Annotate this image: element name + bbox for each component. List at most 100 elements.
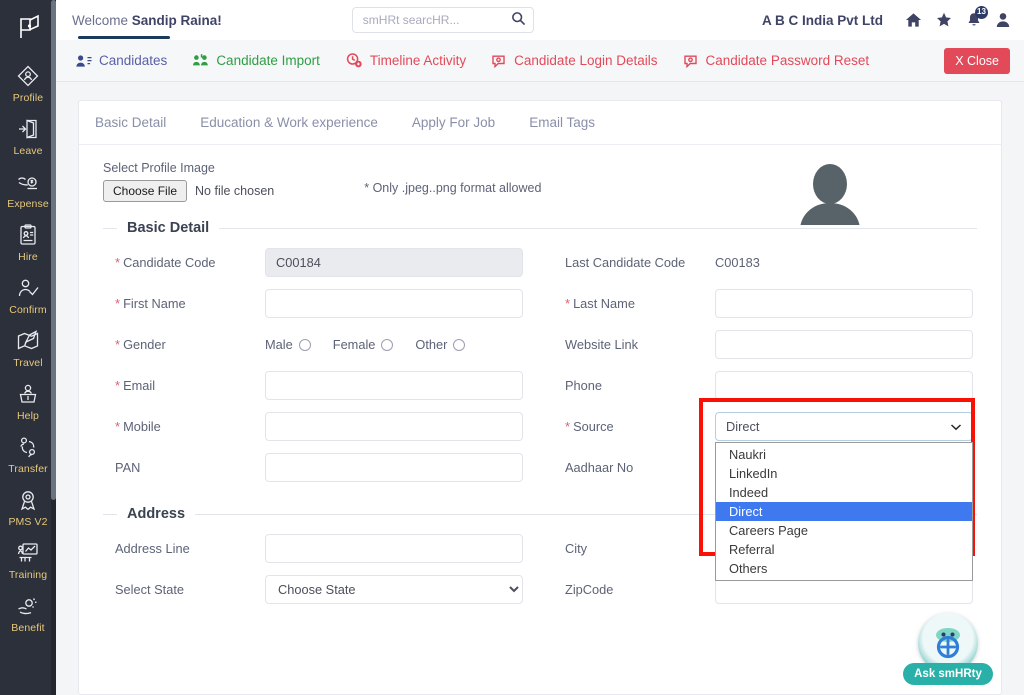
password-chat-icon [684, 54, 699, 68]
website-link-input[interactable] [715, 330, 973, 359]
login-chat-icon [492, 54, 507, 68]
user-menu-button[interactable] [996, 12, 1010, 28]
home-button[interactable] [905, 12, 922, 28]
nav-candidate-login-details-label: Candidate Login Details [514, 53, 657, 68]
source-option-indeed[interactable]: Indeed [716, 483, 972, 502]
tab-apply-for-job[interactable]: Apply For Job [412, 115, 495, 130]
gender-option-other[interactable]: Other [415, 337, 465, 352]
search-input[interactable] [352, 7, 534, 33]
phone-input[interactable] [715, 371, 973, 400]
required-marker: * [115, 337, 120, 352]
search-icon [511, 11, 526, 26]
form-body: Select Profile Image Choose File No file… [79, 145, 1001, 694]
required-marker: * [115, 378, 120, 393]
required-marker: * [115, 419, 120, 434]
source-option-others[interactable]: Others [716, 559, 972, 578]
radio-circle-icon[interactable] [381, 339, 393, 351]
state-select[interactable]: Choose State [265, 575, 523, 604]
nav-candidates[interactable]: Candidates [76, 53, 167, 68]
sidebar-item-transfer[interactable]: Transfer [0, 427, 56, 480]
global-search [352, 7, 534, 33]
app-logo[interactable] [0, 0, 56, 56]
sidebar-item-pms-v2[interactable]: PMS V2 [0, 480, 56, 533]
label-address-line: Address Line [115, 541, 265, 556]
address-legend: Address [117, 506, 195, 522]
label-website-link: Website Link [565, 337, 715, 352]
sidebar-item-hire[interactable]: Hire [0, 215, 56, 268]
pan-input[interactable] [265, 453, 523, 482]
sidebar-item-expense[interactable]: Expense [0, 162, 56, 215]
candidate-code-input[interactable] [265, 248, 523, 277]
chevron-down-icon [950, 419, 962, 434]
chatbot-widget[interactable]: Ask smHRty [902, 613, 994, 685]
nav-candidate-login-details[interactable]: Candidate Login Details [492, 53, 657, 68]
sidebar-item-training[interactable]: Training [0, 533, 56, 586]
presentation-board-icon [13, 538, 43, 568]
star-icon [936, 12, 952, 28]
sidebar: Profile Leave [0, 0, 56, 695]
sidebar-label-transfer: Transfer [8, 463, 48, 476]
nav-candidate-password-reset[interactable]: Candidate Password Reset [684, 53, 870, 68]
sidebar-item-benefit[interactable]: Benefit [0, 586, 56, 639]
label-pan: PAN [115, 460, 265, 475]
choose-file-button[interactable]: Choose File [103, 180, 187, 202]
exit-door-icon [13, 114, 43, 144]
sidebar-item-profile[interactable]: Profile [0, 56, 56, 109]
company-name: A B C India Pvt Ltd [762, 13, 883, 28]
sidebar-item-leave[interactable]: Leave [0, 109, 56, 162]
search-button[interactable] [510, 11, 528, 29]
field-first-name: * First Name [115, 283, 523, 324]
label-phone: Phone [565, 378, 715, 393]
map-plane-icon [13, 326, 43, 356]
source-option-linkedin[interactable]: LinkedIn [716, 464, 972, 483]
nav-timeline-activity[interactable]: Timeline Activity [346, 53, 466, 68]
gender-radio-group: Male Female Other [265, 337, 465, 352]
radio-circle-icon[interactable] [299, 339, 311, 351]
source-option-naukri[interactable]: Naukri [716, 445, 972, 464]
nav-candidate-import[interactable]: Candidate Import [193, 53, 320, 68]
sidebar-item-travel[interactable]: Travel [0, 321, 56, 374]
gender-option-male[interactable]: Male [265, 337, 311, 352]
welcome-username: Sandip Raina! [132, 13, 222, 28]
basic-detail-legend: Basic Detail [117, 220, 219, 236]
sidebar-item-confirm[interactable]: Confirm [0, 268, 56, 321]
two-people-transfer-icon [13, 432, 43, 462]
radio-circle-icon[interactable] [453, 339, 465, 351]
field-address-line: Address Line [115, 528, 523, 569]
source-options-list: Naukri LinkedIn Indeed Direct Careers Pa… [715, 442, 973, 581]
field-source: * Source Direct [565, 406, 973, 447]
tab-education-work-experience[interactable]: Education & Work experience [200, 115, 378, 130]
notifications-button[interactable]: 13 [966, 12, 982, 29]
label-candidate-code: * Candidate Code [115, 255, 265, 270]
welcome-prefix: Welcome [72, 13, 132, 28]
favorites-button[interactable] [936, 12, 952, 28]
address-line-input[interactable] [265, 534, 523, 563]
source-option-careers-page[interactable]: Careers Page [716, 521, 972, 540]
close-button[interactable]: X Close [944, 48, 1010, 74]
home-icon [905, 12, 922, 28]
nav-candidates-label: Candidates [99, 53, 167, 68]
file-input-row: Choose File No file chosen [103, 180, 274, 202]
module-nav: Candidates Candidate Import [56, 40, 1024, 82]
source-select[interactable]: Direct [715, 412, 973, 441]
tab-basic-detail[interactable]: Basic Detail [95, 115, 166, 130]
tab-email-tags[interactable]: Email Tags [529, 115, 595, 130]
file-status-text: No file chosen [195, 184, 274, 198]
field-last-name: * Last Name [565, 283, 973, 324]
mobile-input[interactable] [265, 412, 523, 441]
gender-option-female[interactable]: Female [333, 337, 394, 352]
source-option-direct[interactable]: Direct [716, 502, 972, 521]
sidebar-item-help[interactable]: Help [0, 374, 56, 427]
profile-image-row: Select Profile Image Choose File No file… [103, 159, 977, 202]
first-name-input[interactable] [265, 289, 523, 318]
source-option-referral[interactable]: Referral [716, 540, 972, 559]
label-mobile: * Mobile [115, 419, 265, 434]
candidate-form-card: Basic Detail Education & Work experience… [78, 100, 1002, 695]
upload-format-note: * Only .jpeg..png format allowed [364, 159, 541, 195]
email-input[interactable] [265, 371, 523, 400]
hand-gift-icon [13, 591, 43, 621]
user-icon [996, 12, 1010, 28]
chatbot-label[interactable]: Ask smHRty [903, 663, 993, 685]
label-aadhaar-no: Aadhaar No [565, 460, 715, 475]
last-name-input[interactable] [715, 289, 973, 318]
